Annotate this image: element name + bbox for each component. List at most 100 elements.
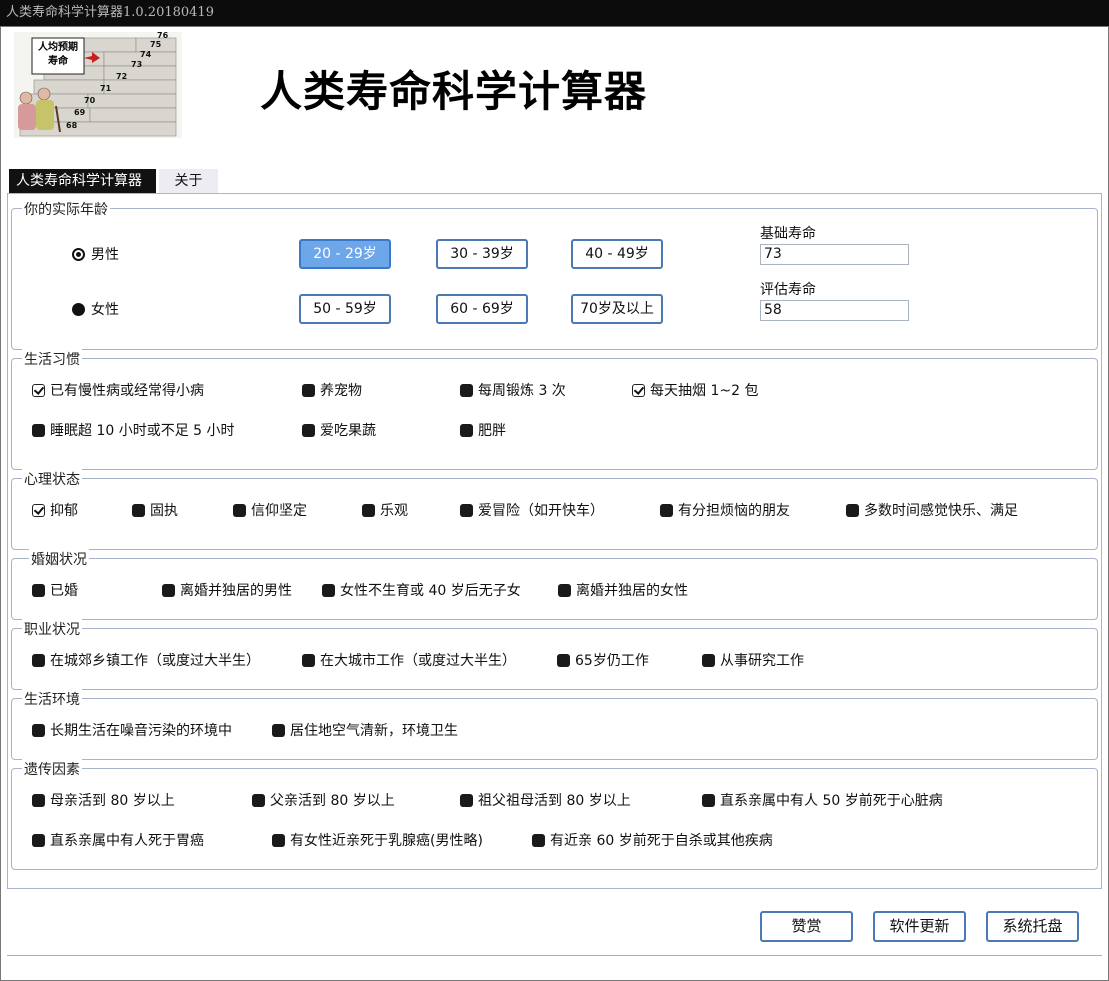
age-group-legend: 你的实际年龄 bbox=[22, 199, 110, 219]
checkbox-label: 直系亲属中有人 50 岁前死于心脏病 bbox=[720, 793, 943, 809]
marriage-childless-checkbox[interactable]: 女性不生育或 40 岁后无子女 bbox=[322, 580, 521, 600]
gene-heart-disease-checkbox[interactable]: 直系亲属中有人 50 岁前死于心脏病 bbox=[702, 790, 943, 810]
tab-calculator[interactable]: 人类寿命科学计算器 bbox=[9, 169, 156, 193]
age-20-29-button[interactable]: 20 - 29岁 bbox=[299, 239, 391, 269]
checkbox-icon bbox=[460, 793, 473, 807]
checkbox-icon bbox=[302, 383, 315, 397]
checkbox-label: 在大城市工作（或度过大半生） bbox=[320, 653, 516, 669]
logo-sign-text: 人均预期寿命 bbox=[38, 42, 78, 67]
base-life-field[interactable]: 73 bbox=[760, 244, 909, 265]
habit-exercise-checkbox[interactable]: 每周锻炼 3 次 bbox=[460, 380, 566, 400]
update-button[interactable]: 软件更新 bbox=[873, 911, 966, 942]
checkbox-icon bbox=[32, 583, 45, 597]
checkbox-label: 祖父祖母活到 80 岁以上 bbox=[478, 793, 631, 809]
checkbox-icon bbox=[32, 423, 45, 437]
gene-father-checkbox[interactable]: 父亲活到 80 岁以上 bbox=[252, 790, 395, 810]
habit-chronic-checkbox[interactable]: 已有慢性病或经常得小病 bbox=[32, 380, 204, 400]
checkbox-icon bbox=[252, 793, 265, 807]
gene-stomach-cancer-checkbox[interactable]: 直系亲属中有人死于胃癌 bbox=[32, 830, 204, 850]
tray-button[interactable]: 系统托盘 bbox=[986, 911, 1079, 942]
habit-pet-checkbox[interactable]: 养宠物 bbox=[302, 380, 362, 400]
mental-friends-checkbox[interactable]: 有分担烦恼的朋友 bbox=[660, 500, 790, 520]
career-research-checkbox[interactable]: 从事研究工作 bbox=[702, 650, 804, 670]
mental-depressed-checkbox[interactable]: 抑郁 bbox=[32, 500, 78, 520]
gender-female-label: 女性 bbox=[91, 302, 119, 318]
age-50-59-button[interactable]: 50 - 59岁 bbox=[299, 294, 391, 324]
gene-mother-checkbox[interactable]: 母亲活到 80 岁以上 bbox=[32, 790, 175, 810]
checkbox-icon bbox=[162, 583, 175, 597]
checkbox-label: 65岁仍工作 bbox=[575, 653, 649, 669]
checkbox-checked-icon bbox=[632, 383, 645, 397]
tab-about[interactable]: 关于 bbox=[159, 169, 218, 193]
checkbox-icon bbox=[846, 503, 859, 517]
genetics-group: 遗传因素 bbox=[11, 759, 1098, 870]
mental-happy-checkbox[interactable]: 多数时间感觉快乐、满足 bbox=[846, 500, 1018, 520]
habit-sleep-checkbox[interactable]: 睡眠超 10 小时或不足 5 小时 bbox=[32, 420, 235, 440]
checkbox-label: 乐观 bbox=[380, 503, 408, 519]
checkbox-icon bbox=[702, 793, 715, 807]
logo-step-74: 74 bbox=[140, 50, 152, 59]
footer-divider bbox=[7, 955, 1102, 956]
gender-male-radio[interactable]: 男性 bbox=[72, 244, 119, 264]
gene-grandparents-checkbox[interactable]: 祖父祖母活到 80 岁以上 bbox=[460, 790, 631, 810]
marriage-divorced-female-checkbox[interactable]: 离婚并独居的女性 bbox=[558, 580, 688, 600]
checkbox-icon bbox=[32, 793, 45, 807]
habit-fruit-checkbox[interactable]: 爱吃果蔬 bbox=[302, 420, 376, 440]
checkbox-icon bbox=[362, 503, 375, 517]
logo-step-71: 71 bbox=[100, 84, 112, 93]
logo-step-69: 69 bbox=[74, 108, 86, 117]
habit-smoke-checkbox[interactable]: 每天抽烟 1~2 包 bbox=[632, 380, 758, 400]
checkbox-label: 睡眠超 10 小时或不足 5 小时 bbox=[50, 423, 235, 439]
gene-suicide-checkbox[interactable]: 有近亲 60 岁前死于自杀或其他疾病 bbox=[532, 830, 773, 850]
checkbox-label: 信仰坚定 bbox=[251, 503, 307, 519]
mental-optimistic-checkbox[interactable]: 乐观 bbox=[362, 500, 408, 520]
checkbox-icon bbox=[322, 583, 335, 597]
checkbox-icon bbox=[272, 723, 285, 737]
career-65-working-checkbox[interactable]: 65岁仍工作 bbox=[557, 650, 649, 670]
habits-group: 生活习惯 bbox=[11, 349, 1098, 470]
checkbox-label: 每周锻炼 3 次 bbox=[478, 383, 566, 399]
age-70-plus-button[interactable]: 70岁及以上 bbox=[571, 294, 663, 324]
window-title-bar: 人类寿命科学计算器1.0.20180419 bbox=[0, 0, 1109, 26]
checkbox-label: 抑郁 bbox=[50, 503, 78, 519]
checkbox-icon bbox=[558, 583, 571, 597]
mental-adventure-checkbox[interactable]: 爱冒险（如开快车） bbox=[460, 500, 604, 520]
checkbox-icon bbox=[460, 503, 473, 517]
logo-image: 76 75 74 73 72 71 70 69 68 人均预期寿命 bbox=[14, 31, 182, 138]
age-30-39-button[interactable]: 30 - 39岁 bbox=[436, 239, 528, 269]
career-suburb-checkbox[interactable]: 在城郊乡镇工作（或度过大半生） bbox=[32, 650, 260, 670]
checkbox-icon bbox=[32, 723, 45, 737]
mental-stubborn-checkbox[interactable]: 固执 bbox=[132, 500, 178, 520]
mental-group-legend: 心理状态 bbox=[22, 469, 82, 489]
env-clean-air-checkbox[interactable]: 居住地空气清新，环境卫生 bbox=[272, 720, 458, 740]
app-title: 人类寿命科学计算器 bbox=[260, 67, 648, 116]
checkbox-label: 在城郊乡镇工作（或度过大半生） bbox=[50, 653, 260, 669]
env-noise-checkbox[interactable]: 长期生活在噪音污染的环境中 bbox=[32, 720, 232, 740]
checkbox-icon bbox=[32, 653, 45, 667]
logo-step-75: 75 bbox=[150, 40, 162, 49]
radio-checked-icon bbox=[72, 247, 85, 261]
checkbox-icon bbox=[233, 503, 246, 517]
est-life-field[interactable]: 58 bbox=[760, 300, 909, 321]
checkbox-label: 居住地空气清新，环境卫生 bbox=[290, 723, 458, 739]
checkbox-label: 有近亲 60 岁前死于自杀或其他疾病 bbox=[550, 833, 773, 849]
checkbox-label: 养宠物 bbox=[320, 383, 362, 399]
checkbox-label: 直系亲属中有人死于胃癌 bbox=[50, 833, 204, 849]
age-40-49-button[interactable]: 40 - 49岁 bbox=[571, 239, 663, 269]
checkbox-label: 母亲活到 80 岁以上 bbox=[50, 793, 175, 809]
habit-obese-checkbox[interactable]: 肥胖 bbox=[460, 420, 506, 440]
marriage-divorced-male-checkbox[interactable]: 离婚并独居的男性 bbox=[162, 580, 292, 600]
gender-female-radio[interactable]: 女性 bbox=[72, 299, 119, 319]
checkbox-label: 多数时间感觉快乐、满足 bbox=[864, 503, 1018, 519]
gene-breast-cancer-checkbox[interactable]: 有女性近亲死于乳腺癌(男性略) bbox=[272, 830, 483, 850]
age-60-69-button[interactable]: 60 - 69岁 bbox=[436, 294, 528, 324]
radio-unchecked-icon bbox=[72, 302, 85, 316]
praise-button[interactable]: 赞赏 bbox=[760, 911, 853, 942]
checkbox-checked-icon bbox=[32, 383, 45, 397]
mental-faith-checkbox[interactable]: 信仰坚定 bbox=[233, 500, 307, 520]
base-life-label: 基础寿命 bbox=[760, 226, 816, 242]
checkbox-label: 女性不生育或 40 岁后无子女 bbox=[340, 583, 521, 599]
checkbox-icon bbox=[460, 423, 473, 437]
marriage-married-checkbox[interactable]: 已婚 bbox=[32, 580, 78, 600]
career-city-checkbox[interactable]: 在大城市工作（或度过大半生） bbox=[302, 650, 516, 670]
